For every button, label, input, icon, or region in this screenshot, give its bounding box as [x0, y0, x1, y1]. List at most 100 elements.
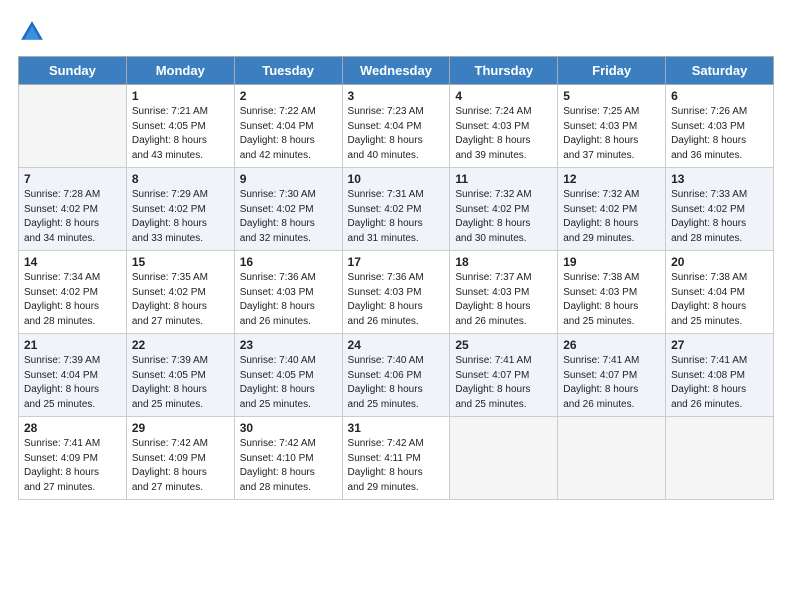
calendar-cell: 22 Sunrise: 7:39 AM Sunset: 4:05 PM Dayli…: [126, 334, 234, 417]
cell-content: Sunrise: 7:33 AM Sunset: 4:02 PM Dayligh…: [671, 188, 768, 246]
cell-content: Sunrise: 7:32 AM Sunset: 4:02 PM Dayligh…: [455, 188, 552, 246]
calendar-cell: 4Sunrise: 7:24 AM Sunset: 4:03 PM Daylig…: [450, 85, 558, 168]
day-number: 20: [671, 255, 768, 269]
calendar-week-row: 1 Sunrise: 7:21 AM Sunset: 4:05 PM Daylig…: [19, 85, 774, 168]
calendar-cell: 30 Sunrise: 7:42 AM Sunset: 4:10 PM Dayli…: [234, 417, 342, 500]
calendar-cell: 6 Sunrise: 7:26 AM Sunset: 4:03 PM Daylig…: [666, 85, 774, 168]
cell-content: Sunrise: 7:42 AM Sunset: 4:11 PM Dayligh…: [348, 437, 445, 495]
calendar-cell: 24 Sunrise: 7:40 AM Sunset: 4:06 PM Dayli…: [342, 334, 450, 417]
day-number: 30: [240, 421, 337, 435]
cell-content: Sunrise: 7:41 AM Sunset: 4:08 PM Dayligh…: [671, 354, 768, 412]
cell-content: Sunrise: 7:35 AM Sunset: 4:02 PM Dayligh…: [132, 271, 229, 329]
header: [18, 18, 774, 46]
cell-content: Sunrise: 7:29 AM Sunset: 4:02 PM Dayligh…: [132, 188, 229, 246]
calendar-week-row: 28Sunrise: 7:41 AM Sunset: 4:09 PM Dayli…: [19, 417, 774, 500]
cell-content: Sunrise: 7:37 AM Sunset: 4:03 PM Dayligh…: [455, 271, 552, 329]
calendar-header-wednesday: Wednesday: [342, 57, 450, 85]
calendar-cell: 31 Sunrise: 7:42 AM Sunset: 4:11 PM Dayli…: [342, 417, 450, 500]
logo-icon: [18, 18, 46, 46]
day-number: 25: [455, 338, 552, 352]
cell-content: Sunrise: 7:34 AM Sunset: 4:02 PM Dayligh…: [24, 271, 121, 329]
cell-content: Sunrise: 7:31 AM Sunset: 4:02 PM Dayligh…: [348, 188, 445, 246]
calendar-cell: 27 Sunrise: 7:41 AM Sunset: 4:08 PM Dayli…: [666, 334, 774, 417]
calendar-cell: 13 Sunrise: 7:33 AM Sunset: 4:02 PM Dayli…: [666, 168, 774, 251]
day-number: 19: [563, 255, 660, 269]
cell-content: Sunrise: 7:36 AM Sunset: 4:03 PM Dayligh…: [240, 271, 337, 329]
logo: [18, 18, 51, 46]
calendar-cell: 26Sunrise: 7:41 AM Sunset: 4:07 PM Dayli…: [558, 334, 666, 417]
cell-content: Sunrise: 7:42 AM Sunset: 4:10 PM Dayligh…: [240, 437, 337, 495]
calendar-cell: 9Sunrise: 7:30 AM Sunset: 4:02 PM Daylig…: [234, 168, 342, 251]
day-number: 6: [671, 89, 768, 103]
calendar-header-friday: Friday: [558, 57, 666, 85]
cell-content: Sunrise: 7:40 AM Sunset: 4:06 PM Dayligh…: [348, 354, 445, 412]
day-number: 22: [132, 338, 229, 352]
calendar-cell: 20 Sunrise: 7:38 AM Sunset: 4:04 PM Dayli…: [666, 251, 774, 334]
cell-content: Sunrise: 7:28 AM Sunset: 4:02 PM Dayligh…: [24, 188, 121, 246]
day-number: 17: [348, 255, 445, 269]
day-number: 24: [348, 338, 445, 352]
calendar-cell: [450, 417, 558, 500]
cell-content: Sunrise: 7:39 AM Sunset: 4:05 PM Dayligh…: [132, 354, 229, 412]
calendar-week-row: 21 Sunrise: 7:39 AM Sunset: 4:04 PM Dayli…: [19, 334, 774, 417]
day-number: 28: [24, 421, 121, 435]
day-number: 2: [240, 89, 337, 103]
calendar-cell: 25 Sunrise: 7:41 AM Sunset: 4:07 PM Dayli…: [450, 334, 558, 417]
calendar-cell: 14Sunrise: 7:34 AM Sunset: 4:02 PM Dayli…: [19, 251, 127, 334]
day-number: 12: [563, 172, 660, 186]
cell-content: Sunrise: 7:40 AM Sunset: 4:05 PM Dayligh…: [240, 354, 337, 412]
calendar-cell: 23 Sunrise: 7:40 AM Sunset: 4:05 PM Dayli…: [234, 334, 342, 417]
cell-content: Sunrise: 7:38 AM Sunset: 4:04 PM Dayligh…: [671, 271, 768, 329]
calendar-cell: 19 Sunrise: 7:38 AM Sunset: 4:03 PM Dayli…: [558, 251, 666, 334]
day-number: 27: [671, 338, 768, 352]
calendar-cell: 2 Sunrise: 7:22 AM Sunset: 4:04 PM Daylig…: [234, 85, 342, 168]
cell-content: Sunrise: 7:21 AM Sunset: 4:05 PM Dayligh…: [132, 105, 229, 163]
calendar-header-sunday: Sunday: [19, 57, 127, 85]
day-number: 7: [24, 172, 121, 186]
cell-content: Sunrise: 7:41 AM Sunset: 4:07 PM Dayligh…: [563, 354, 660, 412]
calendar-header-tuesday: Tuesday: [234, 57, 342, 85]
calendar-week-row: 14Sunrise: 7:34 AM Sunset: 4:02 PM Dayli…: [19, 251, 774, 334]
calendar-cell: 16Sunrise: 7:36 AM Sunset: 4:03 PM Dayli…: [234, 251, 342, 334]
calendar-cell: 18 Sunrise: 7:37 AM Sunset: 4:03 PM Dayli…: [450, 251, 558, 334]
calendar-cell: [19, 85, 127, 168]
cell-content: Sunrise: 7:22 AM Sunset: 4:04 PM Dayligh…: [240, 105, 337, 163]
day-number: 21: [24, 338, 121, 352]
calendar-header-saturday: Saturday: [666, 57, 774, 85]
day-number: 31: [348, 421, 445, 435]
day-number: 8: [132, 172, 229, 186]
cell-content: Sunrise: 7:41 AM Sunset: 4:07 PM Dayligh…: [455, 354, 552, 412]
calendar-header-monday: Monday: [126, 57, 234, 85]
day-number: 11: [455, 172, 552, 186]
calendar-cell: 12 Sunrise: 7:32 AM Sunset: 4:02 PM Dayli…: [558, 168, 666, 251]
cell-content: Sunrise: 7:26 AM Sunset: 4:03 PM Dayligh…: [671, 105, 768, 163]
cell-content: Sunrise: 7:39 AM Sunset: 4:04 PM Dayligh…: [24, 354, 121, 412]
cell-content: Sunrise: 7:36 AM Sunset: 4:03 PM Dayligh…: [348, 271, 445, 329]
calendar-cell: 5 Sunrise: 7:25 AM Sunset: 4:03 PM Daylig…: [558, 85, 666, 168]
calendar-cell: [558, 417, 666, 500]
calendar-cell: 21 Sunrise: 7:39 AM Sunset: 4:04 PM Dayli…: [19, 334, 127, 417]
day-number: 5: [563, 89, 660, 103]
day-number: 23: [240, 338, 337, 352]
day-number: 15: [132, 255, 229, 269]
day-number: 3: [348, 89, 445, 103]
day-number: 18: [455, 255, 552, 269]
day-number: 13: [671, 172, 768, 186]
calendar-cell: 29Sunrise: 7:42 AM Sunset: 4:09 PM Dayli…: [126, 417, 234, 500]
calendar-cell: 17 Sunrise: 7:36 AM Sunset: 4:03 PM Dayli…: [342, 251, 450, 334]
calendar-cell: 28Sunrise: 7:41 AM Sunset: 4:09 PM Dayli…: [19, 417, 127, 500]
calendar-header-row: SundayMondayTuesdayWednesdayThursdayFrid…: [19, 57, 774, 85]
day-number: 1: [132, 89, 229, 103]
calendar-cell: 3 Sunrise: 7:23 AM Sunset: 4:04 PM Daylig…: [342, 85, 450, 168]
calendar-week-row: 7 Sunrise: 7:28 AM Sunset: 4:02 PM Daylig…: [19, 168, 774, 251]
cell-content: Sunrise: 7:24 AM Sunset: 4:03 PM Dayligh…: [455, 105, 552, 163]
cell-content: Sunrise: 7:30 AM Sunset: 4:02 PM Dayligh…: [240, 188, 337, 246]
cell-content: Sunrise: 7:25 AM Sunset: 4:03 PM Dayligh…: [563, 105, 660, 163]
calendar-cell: 15 Sunrise: 7:35 AM Sunset: 4:02 PM Dayli…: [126, 251, 234, 334]
page: SundayMondayTuesdayWednesdayThursdayFrid…: [0, 0, 792, 612]
calendar-header-thursday: Thursday: [450, 57, 558, 85]
cell-content: Sunrise: 7:23 AM Sunset: 4:04 PM Dayligh…: [348, 105, 445, 163]
cell-content: Sunrise: 7:32 AM Sunset: 4:02 PM Dayligh…: [563, 188, 660, 246]
cell-content: Sunrise: 7:38 AM Sunset: 4:03 PM Dayligh…: [563, 271, 660, 329]
calendar-cell: 8 Sunrise: 7:29 AM Sunset: 4:02 PM Daylig…: [126, 168, 234, 251]
